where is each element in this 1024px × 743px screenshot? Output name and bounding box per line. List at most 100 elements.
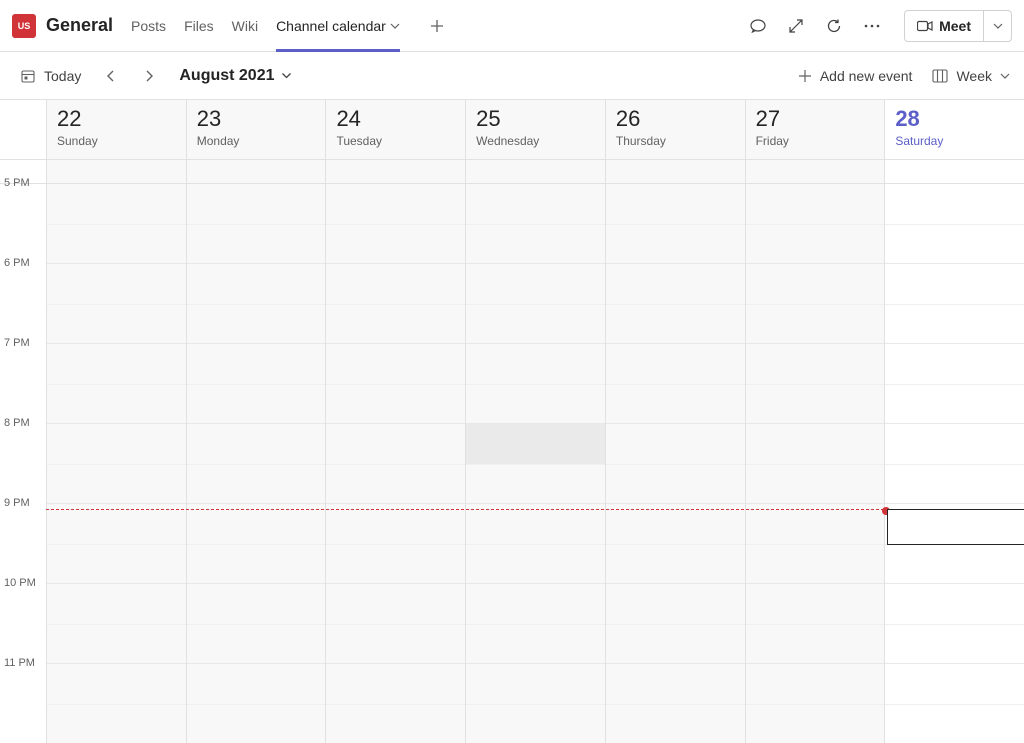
day-column[interactable]: 28Saturday xyxy=(884,100,1024,743)
tab-posts[interactable]: Posts xyxy=(131,0,166,51)
day-header[interactable]: 26Thursday xyxy=(606,100,745,160)
day-header[interactable]: 22Sunday xyxy=(47,100,186,160)
hour-cell[interactable] xyxy=(746,424,885,504)
day-header[interactable]: 23Monday xyxy=(187,100,326,160)
hour-cell[interactable] xyxy=(885,584,1024,664)
hour-cell[interactable] xyxy=(326,184,465,264)
expand-icon[interactable] xyxy=(784,14,808,38)
hour-cell[interactable] xyxy=(466,344,605,424)
day-header[interactable]: 25Wednesday xyxy=(466,100,605,160)
hour-cell[interactable] xyxy=(47,184,186,264)
hour-cell[interactable] xyxy=(606,664,745,743)
hour-cell[interactable] xyxy=(326,344,465,424)
hour-cell[interactable] xyxy=(47,424,186,504)
month-picker[interactable]: August 2021 xyxy=(179,67,291,85)
hour-cell[interactable] xyxy=(326,584,465,664)
hour-cell[interactable] xyxy=(885,424,1024,504)
day-column[interactable]: 24Tuesday xyxy=(325,100,465,743)
day-name: Wednesday xyxy=(476,134,595,148)
allday-row[interactable] xyxy=(885,160,1024,184)
hour-cell[interactable] xyxy=(466,664,605,743)
hour-cell[interactable] xyxy=(466,184,605,264)
day-header[interactable]: 24Tuesday xyxy=(326,100,465,160)
week-view-icon xyxy=(932,69,948,83)
hour-cell[interactable] xyxy=(606,344,745,424)
hour-cell[interactable] xyxy=(47,584,186,664)
hour-cell[interactable] xyxy=(606,184,745,264)
hour-cell[interactable] xyxy=(326,664,465,743)
calendar-grid: 5 PM6 PM7 PM8 PM9 PM10 PM11 PM 22Sunday2… xyxy=(0,100,1024,743)
tab-wiki[interactable]: Wiki xyxy=(232,0,258,51)
hour-cell[interactable] xyxy=(885,184,1024,264)
day-grid-body[interactable] xyxy=(606,184,745,743)
hour-cell[interactable] xyxy=(746,264,885,344)
day-header[interactable]: 28Saturday xyxy=(885,100,1024,160)
day-column[interactable]: 22Sunday xyxy=(46,100,186,743)
day-grid-body[interactable] xyxy=(326,184,465,743)
new-event-slot[interactable] xyxy=(887,509,1024,545)
hour-cell[interactable] xyxy=(606,424,745,504)
hour-cell[interactable] xyxy=(885,344,1024,424)
hour-cell[interactable] xyxy=(187,664,326,743)
day-grid-body[interactable] xyxy=(187,184,326,743)
tab-channel-calendar[interactable]: Channel calendar xyxy=(276,0,400,51)
selected-slot[interactable] xyxy=(466,424,605,464)
allday-row[interactable] xyxy=(606,160,745,184)
allday-row[interactable] xyxy=(187,160,326,184)
hour-cell[interactable] xyxy=(187,424,326,504)
more-options-icon[interactable] xyxy=(860,14,884,38)
hour-cell[interactable] xyxy=(187,584,326,664)
allday-row[interactable] xyxy=(746,160,885,184)
hour-cell[interactable] xyxy=(746,184,885,264)
hour-cell[interactable] xyxy=(606,264,745,344)
next-week-button[interactable] xyxy=(135,62,163,90)
allday-row[interactable] xyxy=(466,160,605,184)
day-grid-body[interactable] xyxy=(47,184,186,743)
hour-cell[interactable] xyxy=(187,344,326,424)
hour-cell[interactable] xyxy=(466,264,605,344)
view-switch-button[interactable]: Week xyxy=(932,68,1010,84)
meet-dropdown-button[interactable] xyxy=(983,11,1011,41)
hour-cell[interactable] xyxy=(187,184,326,264)
day-column[interactable]: 26Thursday xyxy=(605,100,745,743)
hour-cell[interactable] xyxy=(47,264,186,344)
hour-cell[interactable] xyxy=(466,584,605,664)
day-grid-body[interactable] xyxy=(885,184,1024,743)
refresh-icon[interactable] xyxy=(822,14,846,38)
hour-cell[interactable] xyxy=(47,504,186,584)
meet-button[interactable]: Meet xyxy=(905,11,983,41)
add-new-event-button[interactable]: Add new event xyxy=(798,68,913,84)
reply-icon[interactable] xyxy=(746,14,770,38)
day-header[interactable]: 27Friday xyxy=(746,100,885,160)
day-column[interactable]: 25Wednesday xyxy=(465,100,605,743)
time-label: 9 PM xyxy=(0,504,46,584)
hour-cell[interactable] xyxy=(606,504,745,584)
hour-cell[interactable] xyxy=(885,264,1024,344)
hour-cell[interactable] xyxy=(746,344,885,424)
hour-cell[interactable] xyxy=(326,424,465,504)
hour-cell[interactable] xyxy=(187,264,326,344)
day-column[interactable]: 27Friday xyxy=(745,100,885,743)
chevron-down-icon xyxy=(1000,71,1010,81)
hour-cell[interactable] xyxy=(187,504,326,584)
hour-cell[interactable] xyxy=(746,504,885,584)
day-grid-body[interactable] xyxy=(466,184,605,743)
allday-row[interactable] xyxy=(326,160,465,184)
allday-row[interactable] xyxy=(47,160,186,184)
tab-files[interactable]: Files xyxy=(184,0,214,51)
hour-cell[interactable] xyxy=(326,264,465,344)
hour-cell[interactable] xyxy=(746,664,885,743)
hour-cell[interactable] xyxy=(606,584,745,664)
hour-cell[interactable] xyxy=(47,344,186,424)
prev-week-button[interactable] xyxy=(97,62,125,90)
hour-cell[interactable] xyxy=(885,664,1024,743)
day-grid-body[interactable] xyxy=(746,184,885,743)
hour-cell[interactable] xyxy=(746,584,885,664)
day-number: 23 xyxy=(197,106,316,132)
hour-cell[interactable] xyxy=(466,504,605,584)
add-tab-button[interactable] xyxy=(426,15,448,37)
hour-cell[interactable] xyxy=(47,664,186,743)
hour-cell[interactable] xyxy=(326,504,465,584)
today-button[interactable]: Today xyxy=(14,64,87,88)
day-column[interactable]: 23Monday xyxy=(186,100,326,743)
